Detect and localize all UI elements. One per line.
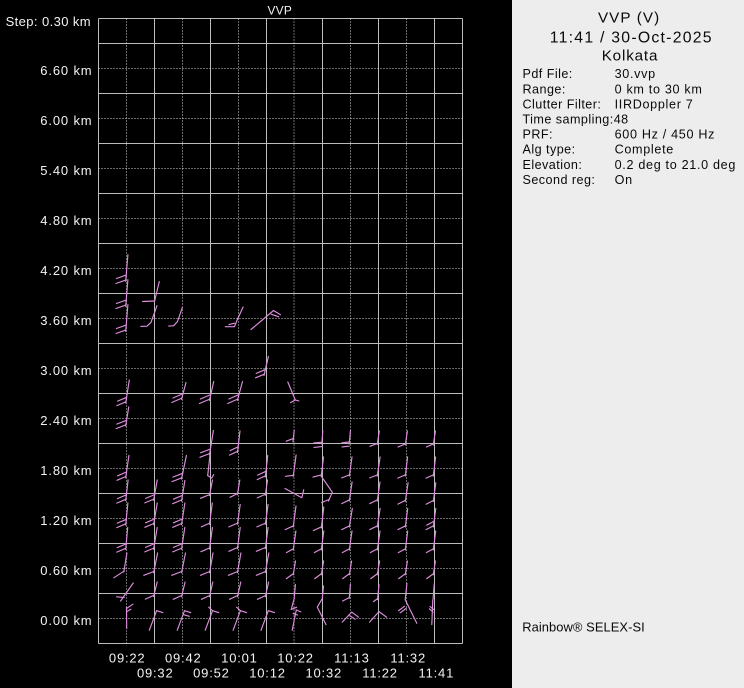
svg-text:0.00 km: 0.00 km xyxy=(40,613,92,628)
svg-text:VVP (V): VVP (V) xyxy=(598,9,660,26)
svg-text:4.20 km: 4.20 km xyxy=(40,263,92,278)
svg-text:Rainbow® SELEX-SI: Rainbow® SELEX-SI xyxy=(522,619,645,634)
svg-text:Alg type:: Alg type: xyxy=(523,143,576,157)
svg-text:4.80 km: 4.80 km xyxy=(40,213,92,228)
svg-text:6.60 km: 6.60 km xyxy=(40,63,92,78)
svg-text:2.40 km: 2.40 km xyxy=(40,413,92,428)
svg-text:0.2 deg to 21.0 deg: 0.2 deg to 21.0 deg xyxy=(615,158,736,172)
svg-text:Time sampling:48: Time sampling:48 xyxy=(523,113,629,127)
svg-text:600 Hz / 450 Hz: 600 Hz / 450 Hz xyxy=(615,128,716,142)
svg-text:Clutter Filter:: Clutter Filter: xyxy=(523,97,602,111)
svg-text:11:32: 11:32 xyxy=(390,651,426,666)
svg-text:0 km to 30 km: 0 km to 30 km xyxy=(615,82,703,96)
svg-text:09:42: 09:42 xyxy=(165,651,202,666)
svg-text:11:22: 11:22 xyxy=(362,666,398,681)
svg-text:10:01: 10:01 xyxy=(221,651,258,666)
svg-text:3.60 km: 3.60 km xyxy=(40,313,92,328)
svg-text:11:13: 11:13 xyxy=(334,651,370,666)
svg-text:Step: 0.30 km: Step: 0.30 km xyxy=(6,14,91,29)
svg-text:PRF:: PRF: xyxy=(523,128,554,142)
svg-text:Pdf File:: Pdf File: xyxy=(523,67,573,81)
svg-text:09:52: 09:52 xyxy=(193,666,230,681)
svg-text:09:22: 09:22 xyxy=(109,651,146,666)
svg-text:Second reg:: Second reg: xyxy=(523,173,596,187)
svg-text:On: On xyxy=(615,173,633,187)
svg-text:09:32: 09:32 xyxy=(137,666,174,681)
svg-text:30.vvp: 30.vvp xyxy=(615,67,656,81)
svg-text:10:22: 10:22 xyxy=(277,651,314,666)
svg-text:11:41: 11:41 xyxy=(419,666,455,681)
svg-text:3.00 km: 3.00 km xyxy=(40,363,92,378)
svg-text:Complete: Complete xyxy=(615,143,674,157)
svg-text:10:32: 10:32 xyxy=(306,666,343,681)
svg-text:10:12: 10:12 xyxy=(249,666,286,681)
svg-text:IIRDoppler 7: IIRDoppler 7 xyxy=(615,97,694,111)
svg-text:6.00 km: 6.00 km xyxy=(40,113,92,128)
svg-text:0.60 km: 0.60 km xyxy=(40,563,92,578)
svg-text:1.20 km: 1.20 km xyxy=(40,513,92,528)
svg-text:Elevation:: Elevation: xyxy=(523,158,583,172)
svg-text:VVP: VVP xyxy=(267,4,292,18)
svg-text:Range:: Range: xyxy=(523,82,566,96)
svg-text:5.40 km: 5.40 km xyxy=(40,163,92,178)
svg-text:11:41 / 30-Oct-2025: 11:41 / 30-Oct-2025 xyxy=(550,30,713,47)
svg-text:1.80 km: 1.80 km xyxy=(40,463,92,478)
svg-text:Kolkata: Kolkata xyxy=(602,47,659,64)
